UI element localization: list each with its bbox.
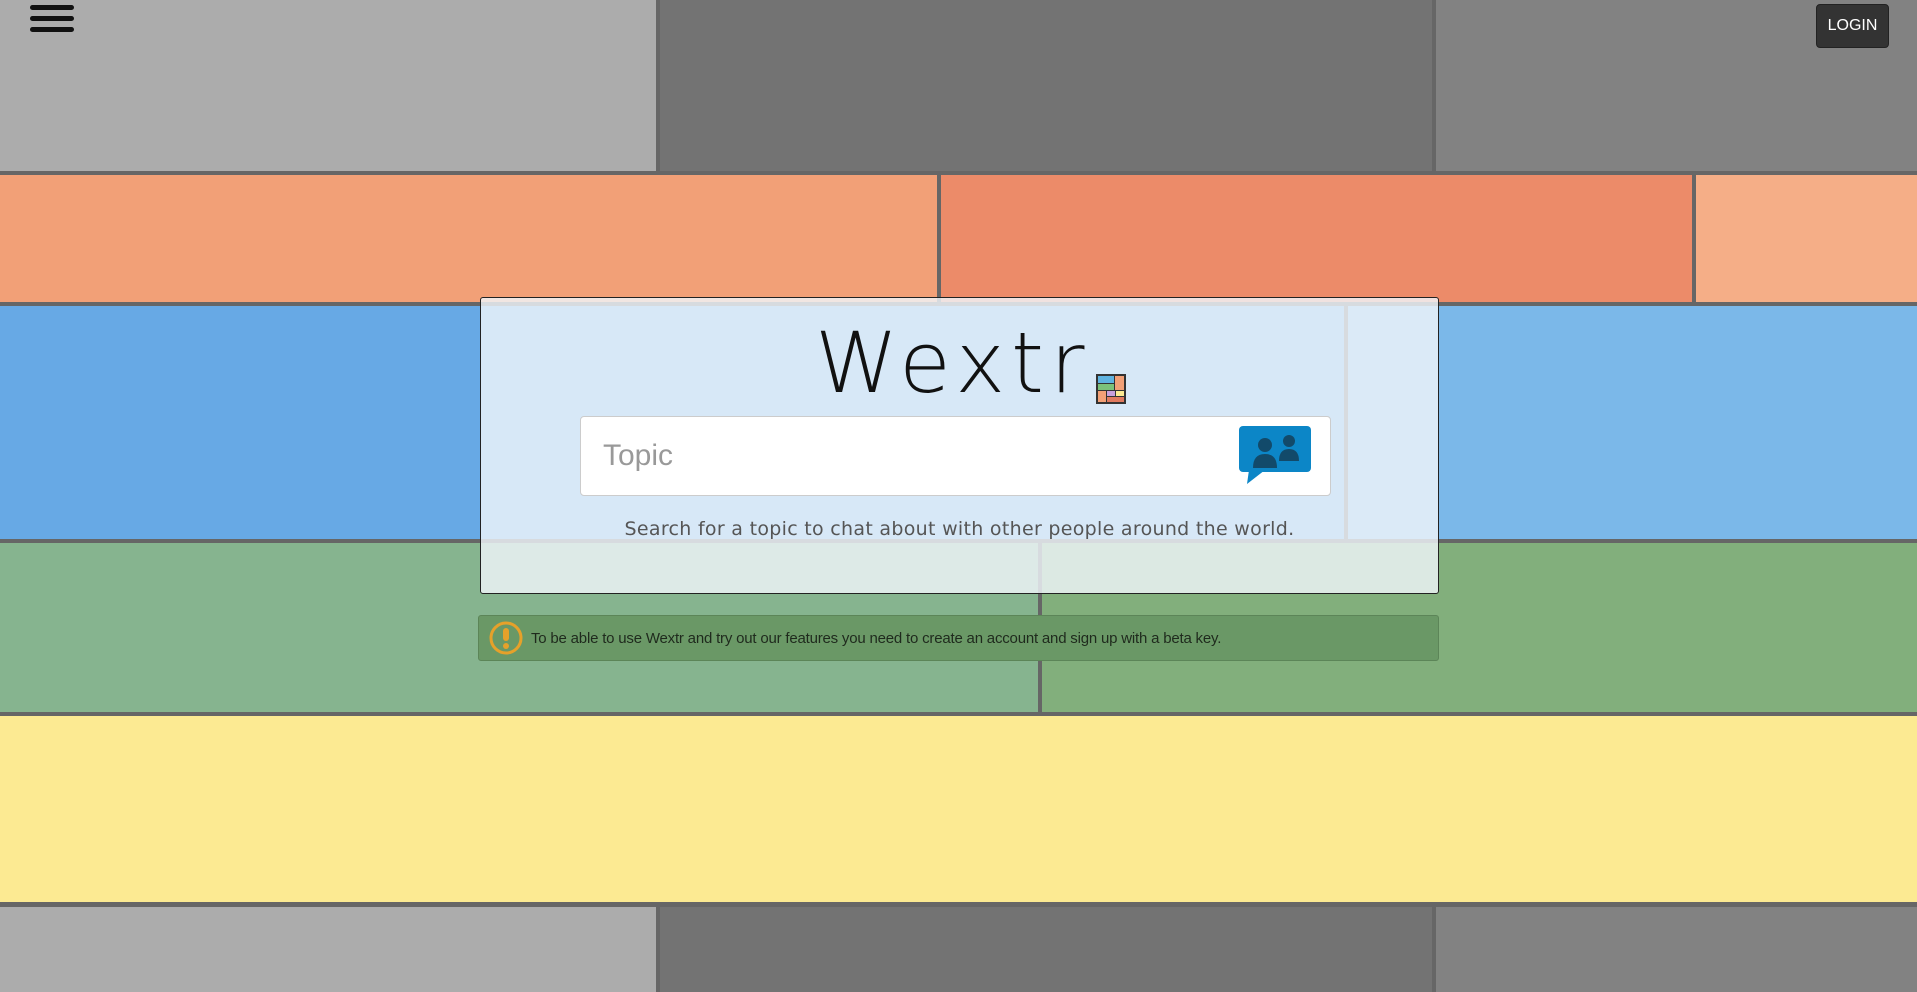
- search-helper-text: Search for a topic to chat about with ot…: [624, 518, 1295, 540]
- beta-notice-alert: To be able to use Wextr and try out our …: [478, 615, 1439, 661]
- bg-tile: [660, 0, 1432, 171]
- brand-logo: Wextr: [815, 310, 1127, 405]
- bg-tile: [1436, 907, 1917, 992]
- bg-tile: [660, 907, 1432, 992]
- topic-search-input[interactable]: [581, 417, 1221, 495]
- bg-tile: [941, 175, 1692, 302]
- hamburger-menu-icon[interactable]: [30, 5, 74, 39]
- bg-tile: [0, 175, 937, 302]
- chat-people-icon[interactable]: [1239, 426, 1313, 486]
- bg-tile: [1696, 175, 1917, 302]
- bg-tile: [0, 716, 1917, 902]
- alert-message: To be able to use Wextr and try out our …: [531, 629, 1222, 647]
- bg-tile: [0, 907, 656, 992]
- brand-name: Wextr: [815, 314, 1091, 412]
- search-box: [580, 416, 1331, 496]
- login-button[interactable]: LOGIN: [1816, 4, 1889, 48]
- tile-mosaic-icon: [1095, 374, 1126, 404]
- bg-tile: [0, 0, 656, 171]
- exclamation-circle-icon: [489, 621, 523, 655]
